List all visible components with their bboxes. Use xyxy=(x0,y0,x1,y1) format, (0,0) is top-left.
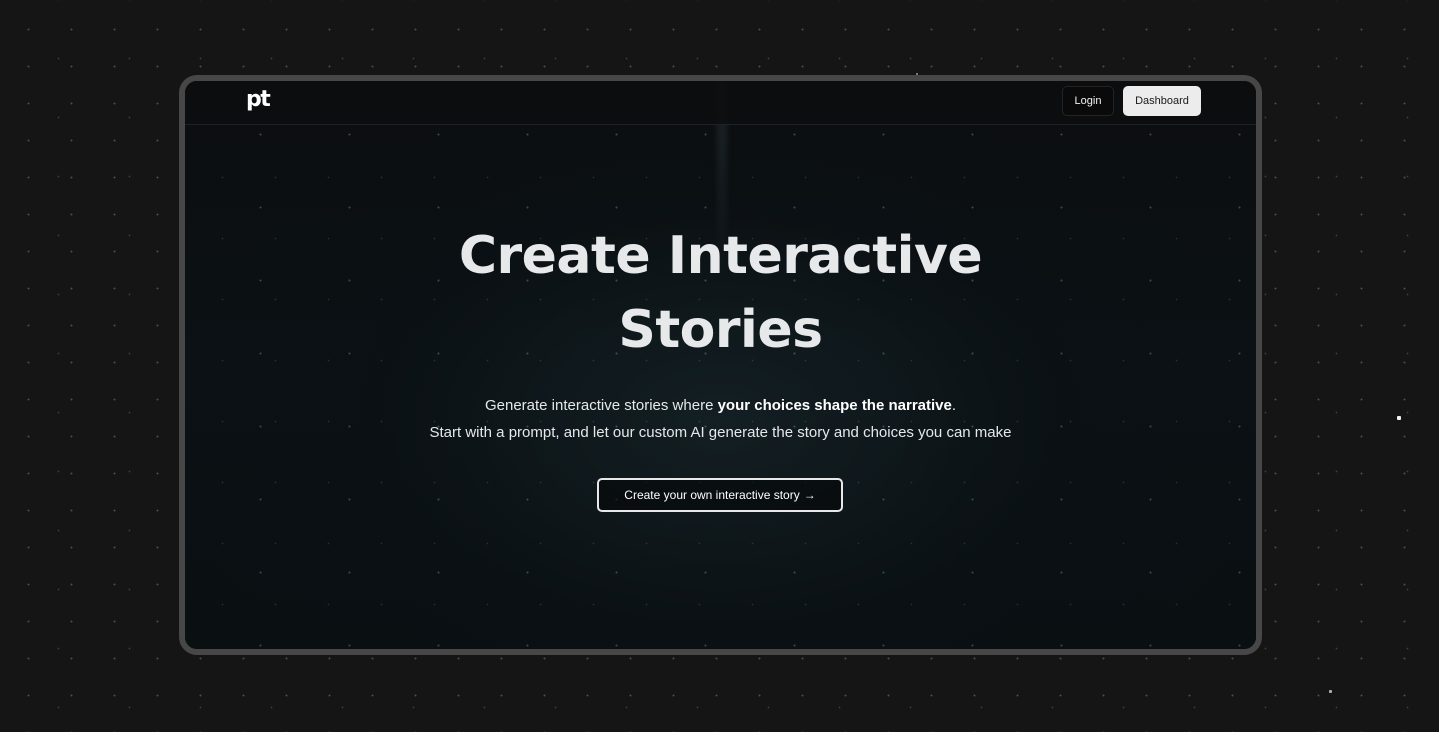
subtitle-period: . xyxy=(951,397,957,414)
hero-subtitle: Generate interactive stories where your … xyxy=(185,392,1256,446)
star-decoration xyxy=(1329,690,1332,693)
subtitle-text: Generate interactive stories where xyxy=(484,397,718,414)
website-preview-frame: pt Login Dashboard Create Interactive St… xyxy=(179,75,1262,655)
hero-subtitle-line-2: Start with a prompt, and let our custom … xyxy=(429,424,1012,441)
dashboard-button[interactable]: Dashboard xyxy=(1123,86,1201,116)
create-story-button[interactable]: Create your own interactive story → xyxy=(597,478,843,512)
hero-title-line-1: Create Interactive xyxy=(458,226,983,286)
star-decoration xyxy=(1397,416,1401,420)
hero-title: Create Interactive Stories xyxy=(185,219,1256,367)
hero-subtitle-line-1: Generate interactive stories where your … xyxy=(185,392,1256,419)
create-story-label: Create your own interactive story xyxy=(624,488,800,502)
subtitle-emphasis: your choices shape the narrative xyxy=(717,397,952,414)
logo[interactable]: pt xyxy=(246,87,271,112)
top-navbar: pt Login Dashboard xyxy=(185,81,1256,125)
hero-title-line-2: Stories xyxy=(618,300,823,360)
arrow-right-icon: → xyxy=(803,488,816,502)
login-button[interactable]: Login xyxy=(1062,86,1114,116)
page-background: pt Login Dashboard Create Interactive St… xyxy=(0,0,1439,732)
